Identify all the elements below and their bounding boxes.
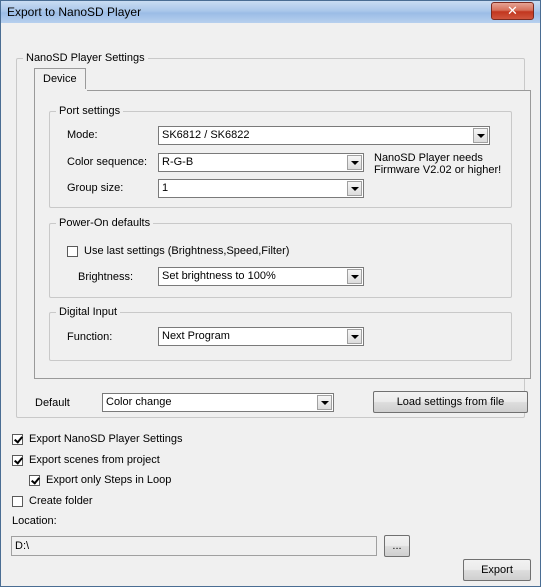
power-on-legend: Power-On defaults <box>56 217 154 229</box>
export-settings-label[interactable]: Export NanoSD Player Settings <box>29 433 182 445</box>
load-settings-button[interactable]: Load settings from file <box>373 391 528 413</box>
export-steps-checkbox[interactable] <box>29 475 40 486</box>
tab-device-label: Device <box>43 73 77 85</box>
firmware-note-line2: Firmware V2.02 or higher! <box>374 164 502 176</box>
brightness-label: Brightness: <box>78 271 134 283</box>
chevron-down-icon <box>317 395 332 410</box>
group-size-select[interactable]: 1 <box>158 179 364 198</box>
port-settings-legend: Port settings <box>56 105 124 117</box>
function-label: Function: <box>67 331 113 343</box>
create-folder-checkbox[interactable] <box>12 496 23 507</box>
chevron-down-icon <box>473 128 488 143</box>
function-select[interactable]: Next Program <box>158 327 364 346</box>
color-sequence-value: R-G-B <box>162 156 194 168</box>
group-size-label: Group size: <box>67 182 124 194</box>
use-last-settings-checkbox[interactable] <box>67 246 78 257</box>
default-select[interactable]: Color change <box>102 393 334 412</box>
mode-label: Mode: <box>67 129 98 141</box>
default-label: Default <box>35 397 70 409</box>
brightness-select[interactable]: Set brightness to 100% <box>158 267 364 286</box>
tab-joiner <box>35 89 87 91</box>
browse-button[interactable]: ... <box>384 535 410 557</box>
mode-select[interactable]: SK6812 / SK6822 <box>158 126 490 145</box>
digital-input-legend: Digital Input <box>56 306 121 318</box>
chevron-down-icon <box>347 329 362 344</box>
location-input[interactable] <box>12 537 376 555</box>
close-icon: ✕ <box>507 3 518 18</box>
mode-value: SK6812 / SK6822 <box>162 129 250 141</box>
export-button[interactable]: Export <box>463 559 531 581</box>
tab-device[interactable]: Device <box>34 68 86 91</box>
export-label: Export <box>481 564 513 576</box>
color-sequence-label: Color sequence: <box>67 156 148 168</box>
browse-label: ... <box>392 540 402 552</box>
export-scenes-label[interactable]: Export scenes from project <box>29 454 160 466</box>
power-on-group: Power-On defaults <box>49 217 512 298</box>
title-bar[interactable]: Export to NanoSD Player ✕ <box>1 1 540 23</box>
use-last-settings-label[interactable]: Use last settings (Brightness,Speed,Filt… <box>84 245 289 257</box>
export-settings-checkbox[interactable] <box>12 434 23 445</box>
chevron-down-icon <box>347 181 362 196</box>
load-settings-label: Load settings from file <box>396 396 505 408</box>
chevron-down-icon <box>347 269 362 284</box>
function-value: Next Program <box>162 330 230 342</box>
export-scenes-checkbox[interactable] <box>12 455 23 466</box>
brightness-value: Set brightness to 100% <box>162 270 276 282</box>
export-dialog: Export to NanoSD Player ✕ NanoSD Player … <box>0 0 541 587</box>
default-value: Color change <box>106 396 172 408</box>
location-field[interactable] <box>11 536 377 556</box>
nanosd-settings-legend: NanoSD Player Settings <box>23 52 148 64</box>
close-button[interactable]: ✕ <box>491 2 534 20</box>
group-size-value: 1 <box>162 182 169 194</box>
chevron-down-icon <box>347 155 362 170</box>
export-steps-label[interactable]: Export only Steps in Loop <box>46 474 171 486</box>
location-label: Location: <box>12 515 57 527</box>
window-title: Export to NanoSD Player <box>7 5 142 19</box>
firmware-note-line1: NanoSD Player needs <box>374 152 483 164</box>
color-sequence-select[interactable]: R-G-B <box>158 153 364 172</box>
create-folder-label[interactable]: Create folder <box>29 495 93 507</box>
